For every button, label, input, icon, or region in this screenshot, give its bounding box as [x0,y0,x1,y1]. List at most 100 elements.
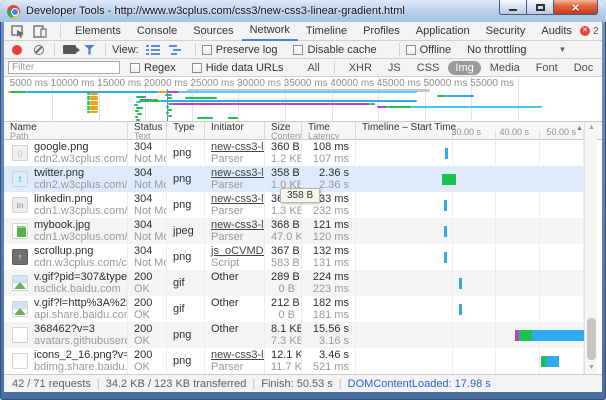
initiator-link[interactable]: new-css3-linea... [211,168,260,179]
filter-pill-ws[interactable]: WS [602,61,606,75]
minimize-button[interactable] [499,0,527,15]
waterfall-bar[interactable] [444,252,447,263]
tab-audits[interactable]: Audits [533,22,580,41]
error-count[interactable]: 2 [593,26,599,37]
use-large-rows-icon[interactable] [145,43,161,57]
status-text: Not Mo... [134,258,162,269]
column-header-timeline[interactable]: Timeline – Start Time30.00 s40.00 s50.00… [356,122,584,140]
column-header-time[interactable]: TimeLatency [302,122,356,140]
request-row-mybook-jpg[interactable]: mybook.jpgcdn1.w3cplus.com/cdn/farf...30… [4,218,584,244]
device-toolbar-icon[interactable] [32,24,48,38]
file-icon [12,327,28,343]
regex-checkbox[interactable] [130,63,140,73]
waterfall-bar[interactable] [444,226,447,237]
overview-request-bar [168,115,172,117]
waterfall-bar[interactable] [444,200,447,211]
cell-size: 289 B0 B [265,270,302,296]
waterfall-bar[interactable] [532,330,585,341]
filter-input[interactable] [8,61,120,74]
initiator-link[interactable]: js_oCVMDTeS... [211,246,260,257]
vertical-scrollbar[interactable]: ▲ ▼ [584,122,597,374]
filter-pill-css[interactable]: CSS [410,61,447,75]
filter-pill-img[interactable]: Img [448,61,480,75]
offline-checkbox[interactable] [406,45,416,55]
record-button[interactable] [12,45,22,55]
view-label: View: [112,44,139,56]
initiator-link[interactable]: new-css3-linea... [211,220,260,231]
disable-cache-checkbox[interactable] [293,45,303,55]
request-row-icons-2-16-png-v-8150896-[interactable]: icons_2_16.png?v=8150896...bdimg.share.b… [4,348,584,374]
throttling-select[interactable]: No throttling [467,44,526,56]
tab-profiles[interactable]: Profiles [355,22,408,41]
waterfall-bar[interactable] [445,148,448,159]
initiator-link[interactable]: new-css3-linea... [211,350,260,361]
cell-status: 304Not Mo... [128,140,167,166]
scroll-up-icon[interactable]: ▲ [585,122,598,134]
scroll-down-icon[interactable]: ▼ [585,362,598,374]
scrollbar-thumb[interactable] [587,318,596,360]
column-header-status[interactable]: StatusText [128,122,167,140]
filter-pill-doc[interactable]: Doc [567,61,601,75]
request-path: api.share.baidu.com [34,310,128,321]
waterfall-bar[interactable] [459,278,462,289]
filter-pill-media[interactable]: Media [483,61,527,75]
timeline-gridline [495,270,496,296]
column-header-initiator[interactable]: Initiator [205,122,265,140]
request-row-scrollup-png[interactable]: ↑scrollup.pngcdn.w3cplus.com/cdn/farfu..… [4,244,584,270]
error-icon[interactable]: ✕ [580,26,590,36]
filter-pill-all[interactable]: All [300,61,326,75]
overview-request-bar [370,103,375,105]
request-name: icons_2_16.png?v=8150896... [34,350,128,361]
request-row-google-png[interactable]: ggoogle.pngcdn2.w3cplus.com/cdn/farf...3… [4,140,584,166]
timeline-overview[interactable]: 5000 ms10000 ms15000 ms20000 ms25000 ms3… [4,77,602,122]
sort-arrow-icon[interactable]: ▲ [576,125,583,132]
chevron-down-icon[interactable]: ▼ [558,45,566,54]
title-bar[interactable]: Developer Tools - http://www.w3cplus.com… [0,0,606,22]
hide-data-urls-label: Hide data URLs [206,62,284,74]
preserve-log-checkbox[interactable] [202,45,212,55]
waterfall-bar[interactable] [442,174,456,185]
hide-data-urls-checkbox[interactable] [192,63,202,73]
clear-button[interactable] [34,45,44,55]
request-row-v-gif-pid-307-type-3071-[interactable]: v.gif?pid=307&type=3071...nsclick.baidu.… [4,270,584,296]
filter-toggle-icon[interactable] [84,45,95,55]
request-row-368462-v-3[interactable]: 368462?v=3avatars.githubusercontent...20… [4,322,584,348]
waterfall-bar[interactable] [519,330,532,341]
tab-timeline[interactable]: Timeline [298,22,355,41]
filter-pill-font[interactable]: Font [529,61,565,75]
cell-initiator: Other [205,270,265,296]
show-overview-icon[interactable] [167,43,183,57]
request-row-v-gif-l-http-3a-2f-2fw-[interactable]: v.gif?l=http%3A%2F%2Fw...api.share.baidu… [4,296,584,322]
overview-ruler-label: 55000 ms [454,78,514,89]
screenshot-capture-icon[interactable] [63,45,76,54]
tab-application[interactable]: Application [408,22,478,41]
filter-pill-xhr[interactable]: XHR [342,61,379,75]
timeline-gridline [539,270,540,296]
request-type: png [173,199,191,211]
initiator-link[interactable]: new-css3-linea... [211,142,260,153]
cell-status: 200OK [128,270,167,296]
initiator-link[interactable]: new-css3-linea... [211,194,260,205]
request-type: png [173,173,191,185]
tab-elements[interactable]: Elements [67,22,129,41]
cell-initiator: Other [205,322,265,348]
maximize-button[interactable] [527,0,554,15]
inspect-element-icon[interactable] [10,24,26,38]
column-header-type[interactable]: Type [167,122,205,140]
content-value: 1.3 KB [271,206,297,217]
tab-network[interactable]: Network [242,22,298,41]
tab-sources[interactable]: Sources [185,22,241,41]
request-name: v.gif?l=http%3A%2F%2Fw... [34,298,128,309]
waterfall-bar[interactable] [546,356,559,367]
close-button[interactable]: × [554,0,598,15]
filter-pill-js[interactable]: JS [381,61,408,75]
tab-security[interactable]: Security [478,22,534,41]
waterfall-bar[interactable] [459,304,462,315]
tab-console[interactable]: Console [129,22,185,41]
content-value: 47.0 KB [271,232,297,243]
request-path: avatars.githubusercontent... [34,336,128,347]
column-header-size[interactable]: SizeContent [265,122,302,140]
cell-timeline [356,270,584,296]
column-header-name[interactable]: NamePath [4,122,128,140]
initiator-link: Other [211,324,260,335]
